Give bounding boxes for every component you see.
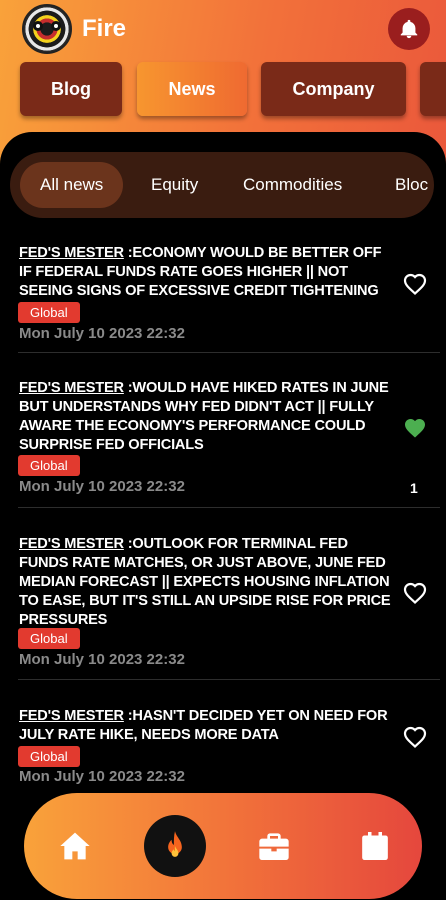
nav-home[interactable] — [57, 828, 93, 864]
news-source: FED'S MESTER — [19, 708, 124, 724]
flame-icon — [168, 831, 182, 857]
notifications-button[interactable] — [388, 8, 430, 50]
tab-overflow[interactable] — [420, 62, 446, 116]
top-bar: Fire — [0, 0, 446, 60]
news-date: Mon July 10 2023 22:32 — [19, 768, 185, 785]
briefcase-icon — [259, 833, 289, 860]
news-source: FED'S MESTER — [19, 245, 124, 261]
chip-equity[interactable]: Equity — [151, 162, 198, 208]
heart-outline-icon[interactable] — [403, 726, 427, 748]
calendar-icon — [362, 832, 388, 860]
news-date: Mon July 10 2023 22:32 — [19, 478, 185, 495]
heart-filled-icon[interactable] — [403, 417, 427, 439]
nav-calendar[interactable] — [357, 828, 393, 864]
nav-fire[interactable] — [144, 815, 206, 877]
heart-outline-icon[interactable] — [403, 273, 427, 295]
chip-label: Commodities — [243, 175, 343, 194]
region-badge: Global — [18, 746, 80, 767]
chip-label: Equity — [151, 175, 199, 194]
region-badge: Global — [18, 628, 80, 649]
bell-icon — [400, 19, 418, 39]
region-badge: Global — [18, 302, 80, 323]
chip-label: All news — [40, 175, 104, 194]
news-item[interactable]: FED'S MESTER :WOULD HAVE HIKED RATES IN … — [0, 353, 446, 508]
news-item[interactable]: FED'S MESTER :HASN'T DECIDED YET ON NEED… — [0, 680, 446, 795]
chip-label: Bloc — [395, 175, 429, 194]
tab-news[interactable]: News — [137, 62, 247, 116]
news-headline: FED'S MESTER :OUTLOOK FOR TERMINAL FED F… — [19, 535, 397, 630]
region-badge: Global — [18, 455, 80, 476]
tab-label: News — [168, 78, 216, 99]
chip-bloc[interactable]: Bloc — [395, 162, 428, 208]
home-icon — [60, 832, 90, 860]
tab-label: Company — [292, 78, 375, 99]
news-headline: FED'S MESTER :WOULD HAVE HIKED RATES IN … — [19, 379, 397, 455]
nav-briefcase[interactable] — [256, 828, 292, 864]
section-tabs: Blog News Company — [0, 62, 446, 118]
news-headline: FED'S MESTER :HASN'T DECIDED YET ON NEED… — [19, 707, 397, 745]
news-item[interactable]: FED'S MESTER :OUTLOOK FOR TERMINAL FED F… — [0, 508, 446, 680]
tab-blog[interactable]: Blog — [20, 62, 122, 116]
app-logo — [22, 4, 72, 54]
news-date: Mon July 10 2023 22:32 — [19, 325, 185, 342]
app-title: Fire — [82, 15, 127, 42]
chip-all-news[interactable]: All news — [20, 162, 124, 208]
chip-commodities[interactable]: Commodities — [243, 162, 342, 208]
tab-label: Blog — [51, 78, 91, 99]
news-source: FED'S MESTER — [19, 536, 124, 552]
news-source: FED'S MESTER — [19, 380, 124, 396]
bottom-navigation — [24, 793, 422, 899]
tab-company[interactable]: Company — [261, 62, 406, 116]
heart-outline-icon[interactable] — [403, 582, 427, 604]
news-headline: FED'S MESTER :ECONOMY WOULD BE BETTER OF… — [19, 244, 397, 301]
news-item[interactable]: FED'S MESTER :ECONOMY WOULD BE BETTER OF… — [0, 236, 446, 353]
like-count: 1 — [410, 480, 418, 496]
news-date: Mon July 10 2023 22:32 — [19, 651, 185, 668]
category-filter: All news Equity Commodities Bloc — [10, 152, 434, 218]
